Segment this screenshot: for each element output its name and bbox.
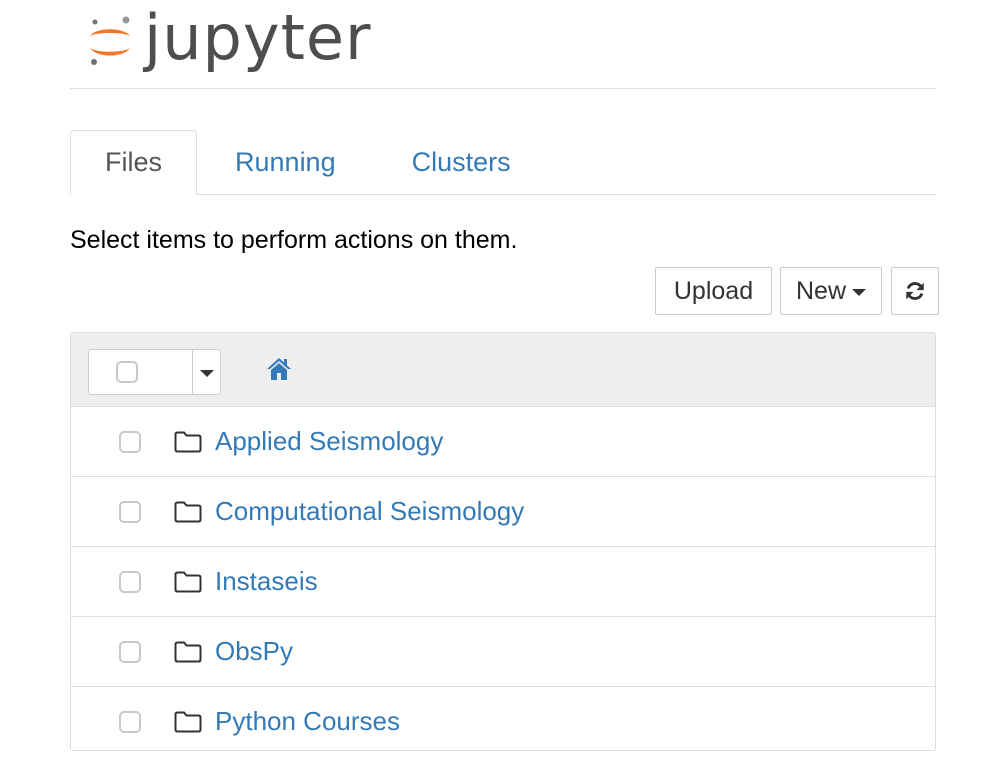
select-all-toggle[interactable] [89, 350, 193, 394]
list-item[interactable]: Applied Seismology [71, 407, 935, 477]
select-all-checkbox[interactable] [116, 361, 138, 383]
new-dropdown-button[interactable]: New [780, 267, 882, 315]
caret-down-icon [199, 369, 214, 377]
tab-running[interactable]: Running [197, 130, 374, 195]
folder-icon [174, 711, 202, 733]
item-checkbox[interactable] [119, 431, 141, 453]
new-button-label: New [795, 276, 846, 305]
item-checkbox[interactable] [119, 571, 141, 593]
folder-link[interactable]: Instaseis [215, 566, 318, 597]
folder-link[interactable]: Python Courses [215, 706, 400, 737]
upload-button[interactable]: Upload [655, 267, 772, 315]
folder-icon [174, 501, 202, 523]
logo-text: jupyter [144, 1, 372, 74]
file-list: Applied Seismology Computational Seismol… [70, 332, 936, 751]
select-dropdown-toggle[interactable] [193, 350, 220, 394]
tab-clusters[interactable]: Clusters [374, 130, 549, 195]
instructions-text: Select items to perform actions on them. [70, 226, 518, 254]
folder-icon [174, 641, 202, 663]
jupyter-logo[interactable]: jupyter [86, 6, 372, 78]
item-checkbox[interactable] [119, 641, 141, 663]
select-all-group [88, 349, 221, 395]
caret-down-icon [852, 288, 866, 296]
refresh-button[interactable] [891, 267, 939, 315]
folder-link[interactable]: ObsPy [215, 636, 293, 667]
folder-link[interactable]: Applied Seismology [215, 426, 443, 457]
item-checkbox[interactable] [119, 711, 141, 733]
file-list-header [71, 333, 935, 407]
refresh-icon [906, 282, 924, 300]
list-item[interactable]: Python Courses [71, 687, 935, 756]
home-icon[interactable] [266, 357, 292, 381]
tab-files[interactable]: Files [70, 130, 198, 195]
jupyter-file-browser: jupyter Files Running Clusters Select it… [0, 0, 1006, 774]
folder-link[interactable]: Computational Seismology [215, 496, 524, 527]
header: jupyter [70, 0, 936, 89]
list-item[interactable]: Computational Seismology [71, 477, 935, 547]
jupyter-logo-icon [90, 16, 130, 65]
item-checkbox[interactable] [119, 501, 141, 523]
tab-bar: Files Running Clusters [70, 130, 936, 195]
folder-icon [174, 571, 202, 593]
list-item[interactable]: Instaseis [71, 547, 935, 617]
folder-icon [174, 431, 202, 453]
list-item[interactable]: ObsPy [71, 617, 935, 687]
